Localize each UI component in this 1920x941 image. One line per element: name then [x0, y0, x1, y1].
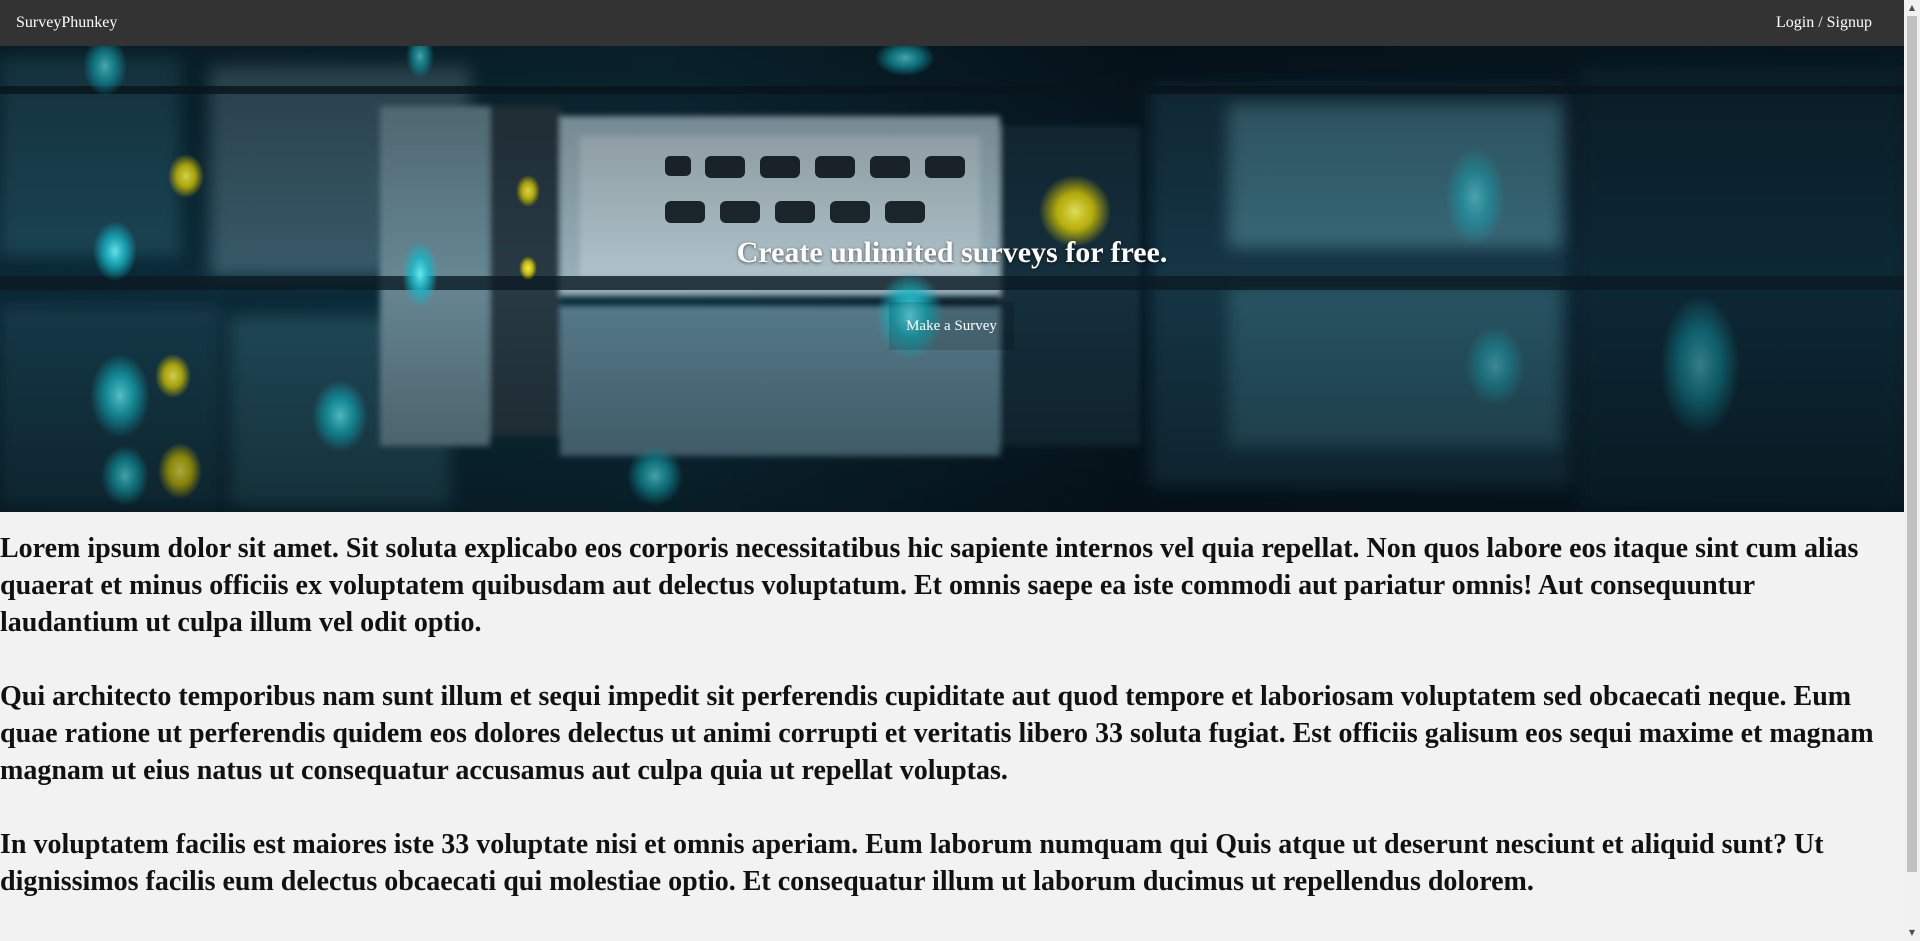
scroll-up-arrow-icon[interactable]: ▲	[1904, 0, 1920, 16]
hero-banner: Create unlimited surveys for free. Make …	[0, 46, 1904, 512]
brand-link[interactable]: SurveyPhunkey	[16, 14, 117, 32]
scrollbar-thumb[interactable]	[1907, 16, 1917, 872]
hero-background-image	[0, 46, 1904, 512]
vertical-scrollbar[interactable]: ▲ ▼	[1904, 0, 1920, 941]
content-paragraph: Lorem ipsum dolor sit amet. Sit soluta e…	[0, 533, 1859, 638]
scroll-down-arrow-icon[interactable]: ▼	[1904, 925, 1920, 941]
make-survey-button[interactable]: Make a Survey	[889, 302, 1014, 350]
content-paragraph: Qui architecto temporibus nam sunt illum…	[0, 681, 1874, 786]
content-paragraph: In voluptatem facilis est maiores iste 3…	[0, 829, 1824, 897]
hero-title: Create unlimited surveys for free.	[736, 236, 1168, 269]
main-content: Lorem ipsum dolor sit amet. Sit soluta e…	[0, 530, 1904, 937]
login-signup-link[interactable]: Login / Signup	[1776, 14, 1872, 32]
top-navbar: SurveyPhunkey Login / Signup	[0, 0, 1904, 46]
page: SurveyPhunkey Login / Signup Create unli…	[0, 0, 1920, 941]
